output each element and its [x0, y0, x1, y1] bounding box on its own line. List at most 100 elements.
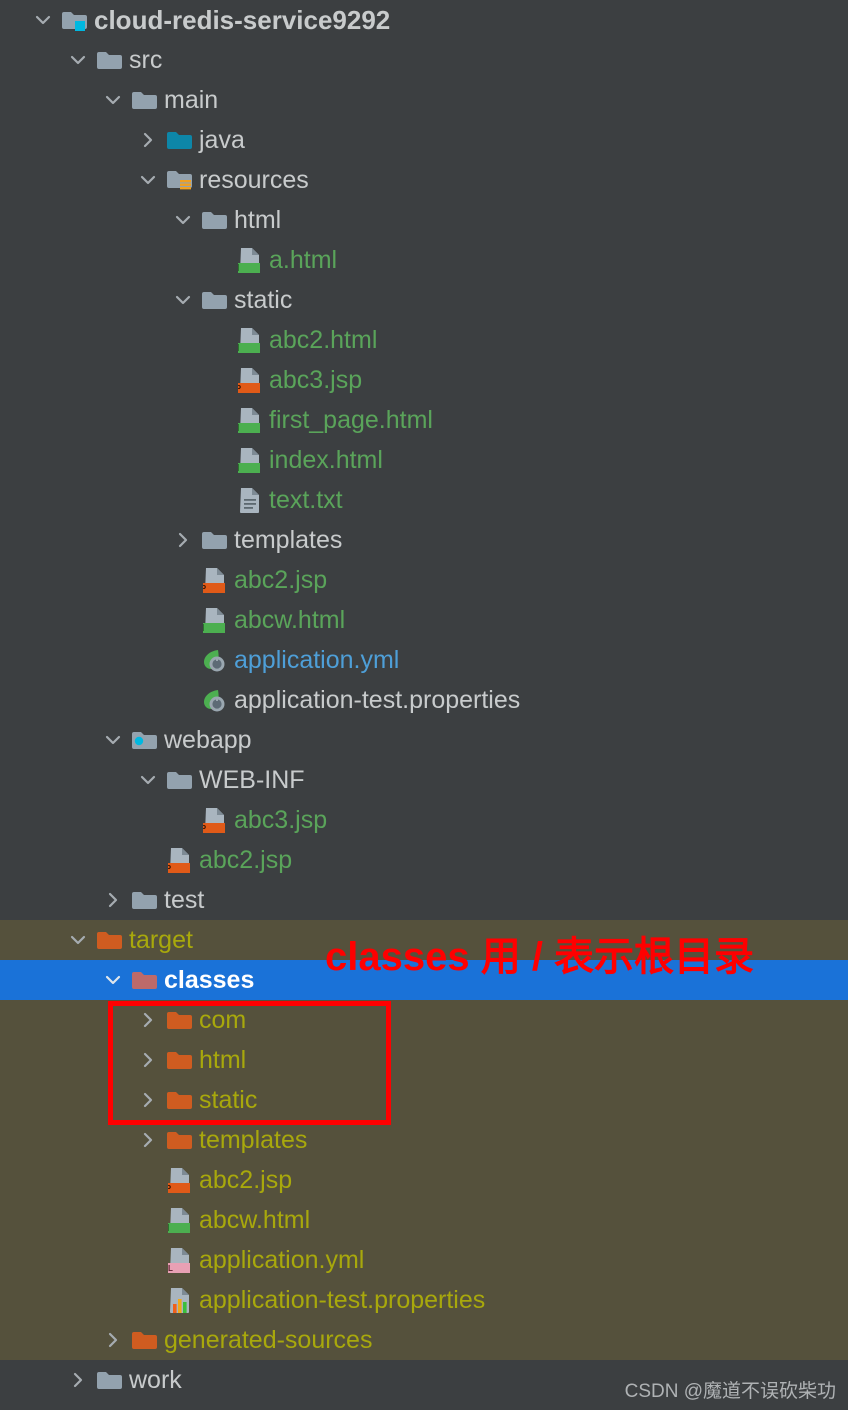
tree-row[interactable]: JSPabc3.jsp	[0, 360, 848, 400]
chevron-down-icon[interactable]	[63, 40, 93, 80]
tree-row-label: abcw.html	[234, 606, 346, 634]
tree-row[interactable]: JSPabc3.jsp	[0, 800, 848, 840]
excluded-folder-icon	[163, 1080, 197, 1120]
tree-row[interactable]: com	[0, 1000, 848, 1040]
tree-row[interactable]: JSPabc2.jsp	[0, 840, 848, 880]
chevron-down-icon[interactable]	[168, 280, 198, 320]
tree-row-label: WEB-INF	[199, 766, 305, 794]
tree-row[interactable]: webapp	[0, 720, 848, 760]
tree-row-label: application-test.properties	[199, 1286, 486, 1314]
twisty-placeholder	[203, 480, 233, 520]
chevron-right-icon[interactable]	[133, 1080, 163, 1120]
tree-row[interactable]: html	[0, 1040, 848, 1080]
tree-row[interactable]: resources	[0, 160, 848, 200]
excluded-folder-icon	[93, 920, 127, 960]
tree-row[interactable]: static	[0, 1080, 848, 1120]
tree-row[interactable]: java	[0, 120, 848, 160]
twisty-placeholder	[168, 680, 198, 720]
tree-row-label: abc2.html	[269, 326, 378, 354]
chevron-down-icon[interactable]	[28, 0, 58, 40]
tree-row[interactable]: Hindex.html	[0, 440, 848, 480]
chevron-right-icon[interactable]	[133, 1120, 163, 1160]
twisty-placeholder	[203, 360, 233, 400]
webapp-folder-icon	[128, 720, 162, 760]
tree-row[interactable]: application.yml	[0, 640, 848, 680]
csdn-watermark: CSDN @魔道不误砍柴功	[624, 1381, 836, 1402]
svg-text:H: H	[238, 343, 239, 354]
twisty-placeholder	[203, 440, 233, 480]
chevron-down-icon[interactable]	[98, 80, 128, 120]
tree-row[interactable]: application-test.properties	[0, 1280, 848, 1320]
tree-row[interactable]: Ha.html	[0, 240, 848, 280]
excluded-folder-icon	[128, 1320, 162, 1360]
chevron-right-icon[interactable]	[168, 520, 198, 560]
tree-row-label: com	[199, 1006, 247, 1034]
tree-row-label: html	[199, 1046, 247, 1074]
tree-row[interactable]: JSPabc2.jsp	[0, 1160, 848, 1200]
svg-text:H: H	[238, 263, 239, 274]
chevron-right-icon[interactable]	[133, 1000, 163, 1040]
tree-row-label: html	[234, 206, 282, 234]
excluded-folder-icon	[163, 1040, 197, 1080]
project-tree[interactable]: cloud-redis-service9292 src main java resour…	[0, 0, 848, 1410]
source-root-folder-icon	[163, 120, 197, 160]
chevron-right-icon[interactable]	[98, 880, 128, 920]
chevron-right-icon[interactable]	[98, 1320, 128, 1360]
tree-row[interactable]: src	[0, 40, 848, 80]
tree-row[interactable]: JSPabc2.jsp	[0, 560, 848, 600]
tree-row[interactable]: main	[0, 80, 848, 120]
chevron-right-icon[interactable]	[63, 1360, 93, 1400]
tree-row[interactable]: Hfirst_page.html	[0, 400, 848, 440]
tree-row-label: first_page.html	[269, 406, 433, 434]
twisty-placeholder	[203, 400, 233, 440]
chevron-down-icon[interactable]	[168, 200, 198, 240]
tree-row-label: application.yml	[199, 1246, 365, 1274]
svg-text:YML: YML	[168, 1264, 173, 1273]
tree-row-label: abc2.jsp	[199, 846, 293, 874]
jsp-file-icon: JSP	[233, 360, 267, 400]
tree-row-label: index.html	[269, 446, 383, 474]
annotation-text: classes 用 / 表示根目录	[325, 935, 755, 979]
tree-row[interactable]: cloud-redis-service9292	[0, 0, 848, 40]
twisty-placeholder	[133, 1280, 163, 1320]
html-file-icon: H	[233, 320, 267, 360]
tree-row-label: webapp	[164, 726, 252, 754]
tree-row[interactable]: Habcw.html	[0, 1200, 848, 1240]
html-file-icon: H	[233, 440, 267, 480]
tree-row-label: templates	[234, 526, 343, 554]
twisty-placeholder	[133, 1160, 163, 1200]
tree-row[interactable]: Habc2.html	[0, 320, 848, 360]
html-file-icon: H	[233, 400, 267, 440]
tree-row[interactable]: static	[0, 280, 848, 320]
tree-row[interactable]: templates	[0, 1120, 848, 1160]
tree-row[interactable]: application-test.properties	[0, 680, 848, 720]
chevron-down-icon[interactable]	[63, 920, 93, 960]
tree-row[interactable]: templates	[0, 520, 848, 560]
twisty-placeholder	[133, 1240, 163, 1280]
html-file-icon: H	[233, 240, 267, 280]
folder-icon	[198, 200, 232, 240]
twisty-placeholder	[168, 600, 198, 640]
folder-icon	[128, 80, 162, 120]
tree-row[interactable]: WEB-INF	[0, 760, 848, 800]
twisty-placeholder	[133, 1200, 163, 1240]
tree-row[interactable]: YML application.yml	[0, 1240, 848, 1280]
chevron-down-icon[interactable]	[133, 160, 163, 200]
jsp-file-icon: JSP	[163, 840, 197, 880]
folder-icon	[163, 760, 197, 800]
chevron-down-icon[interactable]	[98, 960, 128, 1000]
chevron-down-icon[interactable]	[133, 760, 163, 800]
tree-row[interactable]: Habcw.html	[0, 600, 848, 640]
tree-row-label: abcw.html	[199, 1206, 311, 1234]
tree-row[interactable]: html	[0, 200, 848, 240]
chevron-right-icon[interactable]	[133, 1040, 163, 1080]
tree-row-label: abc3.jsp	[269, 366, 363, 394]
tree-row[interactable]: test	[0, 880, 848, 920]
chevron-right-icon[interactable]	[133, 120, 163, 160]
tree-row[interactable]: generated-sources	[0, 1320, 848, 1360]
tree-row[interactable]: text.txt	[0, 480, 848, 520]
properties-file-icon	[163, 1280, 197, 1320]
folder-icon	[198, 520, 232, 560]
yml-file-icon: YML	[163, 1240, 197, 1280]
chevron-down-icon[interactable]	[98, 720, 128, 760]
